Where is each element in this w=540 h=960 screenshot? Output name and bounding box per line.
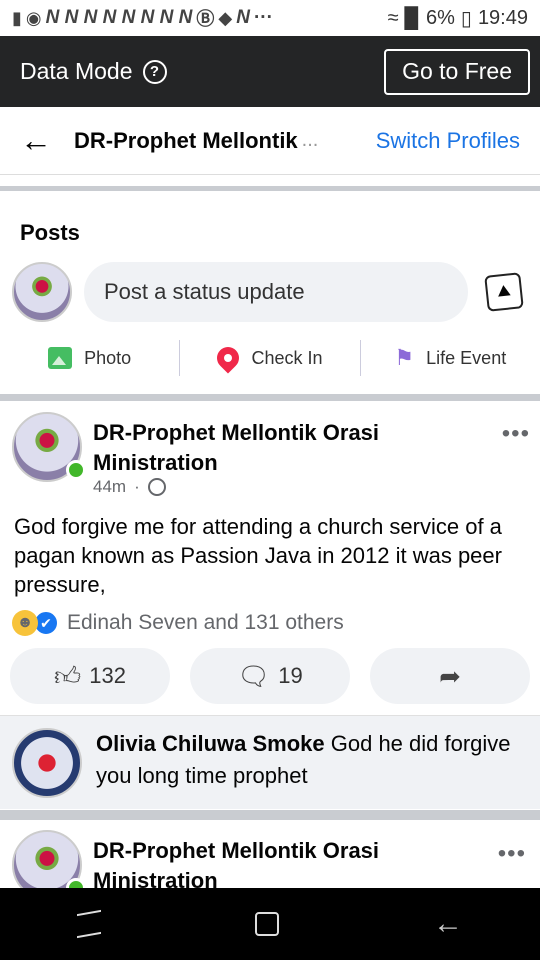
commenter-name[interactable]: Olivia Chiluwa Smoke	[96, 731, 325, 756]
status-update-input[interactable]: Post a status update	[84, 262, 468, 322]
like-button[interactable]: 👍︎ 132	[10, 648, 170, 704]
thumbs-up-icon: 👍︎	[54, 660, 82, 691]
more-options-icon[interactable]: •••	[498, 840, 526, 868]
post-meta: 44m ·	[93, 477, 166, 497]
go-to-free-button[interactable]: Go to Free	[384, 48, 530, 95]
messenger-icon: ◆	[218, 7, 233, 28]
composer: Post a status update ⛰	[12, 262, 532, 322]
life-event-label: Life Event	[426, 347, 507, 368]
posts-heading: Posts	[20, 220, 80, 245]
haha-reaction-icon: ☻	[12, 610, 38, 636]
help-icon[interactable]: ?	[142, 59, 167, 84]
location-pin-icon	[212, 342, 245, 374]
post-body: God forgive me for attending a church se…	[14, 514, 502, 597]
comment-icon: 🗨︎	[237, 660, 271, 691]
divider	[0, 810, 540, 820]
post-header: DR-Prophet Mellontik Orasi Ministration …	[12, 410, 532, 500]
wifi-icon: ≈	[387, 6, 399, 29]
switch-profiles-link[interactable]: Switch Profiles	[376, 128, 520, 154]
profile-header: ← DR-Prophet Mellontik ... Switch Profil…	[0, 107, 540, 175]
notification-icons: ▮ ◉ N N N N N N N N Ⓑ ◆ N ···	[12, 5, 273, 31]
photo-icon	[48, 347, 73, 369]
recent-apps-icon[interactable]	[77, 909, 101, 939]
share-icon: ➦	[439, 660, 461, 691]
data-mode-label: Data Mode	[20, 58, 133, 84]
composer-actions: Photo Check In ⚑ Life Event	[0, 338, 540, 378]
data-mode-bar: Data Mode ? Go to Free	[0, 36, 540, 107]
notification-n-icons: N N N N N N N N	[45, 7, 193, 28]
reactions-text: Edinah Seven and 131 others	[67, 611, 344, 634]
status-bar: ▮ ◉ N N N N N N N N Ⓑ ◆ N ··· ≈ ▉ 6% ▯ 1…	[0, 0, 540, 36]
b-icon: Ⓑ	[196, 9, 215, 29]
more-options-icon[interactable]: •••	[502, 420, 530, 448]
commenter-avatar[interactable]	[12, 728, 82, 798]
photo-button[interactable]: Photo	[0, 347, 179, 369]
notification-n-icon: N	[236, 7, 250, 28]
share-button[interactable]: ➦	[370, 648, 530, 704]
alert-icon: ▮	[12, 7, 22, 28]
post-author[interactable]: DR-Prophet Mellontik Orasi Ministration	[93, 418, 493, 478]
post-time[interactable]: 44m	[93, 477, 126, 497]
back-icon[interactable]: ←	[433, 907, 463, 941]
back-arrow-icon[interactable]: ←	[20, 122, 56, 159]
comment-button[interactable]: 🗨︎ 19	[190, 648, 350, 704]
battery-icon: ▯	[460, 7, 472, 30]
reaction-summary[interactable]: ☻ ✔ Edinah Seven and 131 others	[12, 610, 344, 636]
comment-preview[interactable]: Olivia Chiluwa Smoke God he did forgive …	[0, 715, 540, 809]
post-card: DR-Prophet Mellontik Orasi Ministration …	[0, 822, 540, 892]
like-count: 132	[89, 663, 126, 688]
add-photo-icon[interactable]: ⛰	[484, 272, 524, 312]
photo-label: Photo	[84, 347, 132, 368]
divider	[0, 186, 540, 191]
globe-icon	[147, 478, 166, 496]
comment-count: 19	[278, 663, 303, 688]
facebook-icon: ◉	[25, 7, 42, 28]
life-event-button[interactable]: ⚑ Life Event	[361, 345, 540, 371]
title-ellipsis: ...	[301, 129, 319, 151]
flag-icon: ⚑	[394, 345, 415, 370]
avatar[interactable]	[12, 262, 72, 322]
system-nav-bar: ←	[0, 888, 540, 960]
home-icon[interactable]	[255, 912, 279, 936]
clock: 19:49	[477, 6, 528, 29]
check-in-label: Check In	[251, 347, 323, 368]
online-indicator	[66, 460, 86, 480]
check-in-button[interactable]: Check In	[180, 342, 359, 374]
divider	[0, 394, 540, 401]
signal-icon: ▉	[404, 7, 421, 30]
more-notifications-icon: ···	[253, 7, 273, 28]
page-title: DR-Prophet Mellontik	[74, 127, 298, 153]
meta-separator: ·	[134, 477, 140, 496]
post-actions: 👍︎ 132 🗨︎ 19 ➦	[10, 648, 530, 704]
post-author[interactable]: DR-Prophet Mellontik Orasi Ministration	[93, 836, 493, 892]
battery-percent: 6%	[426, 6, 455, 29]
